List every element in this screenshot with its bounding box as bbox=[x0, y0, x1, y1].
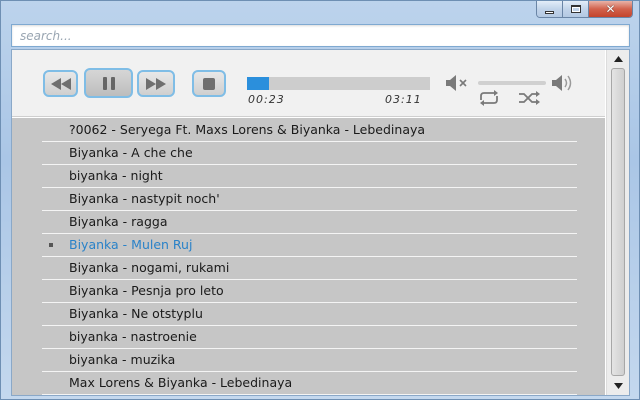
repeat-icon[interactable] bbox=[477, 90, 501, 106]
minimize-icon bbox=[545, 10, 554, 14]
minimize-button[interactable] bbox=[537, 1, 563, 17]
pause-icon bbox=[102, 76, 115, 90]
playlist-item[interactable]: Biyanka - nogami, rukami bbox=[42, 257, 577, 280]
stop-icon bbox=[203, 77, 215, 90]
time-total: 03:11 bbox=[385, 93, 422, 106]
maximize-button[interactable] bbox=[563, 1, 589, 17]
playlist-item[interactable]: Biyanka - nastypit noch' bbox=[42, 188, 577, 211]
volume-slider[interactable] bbox=[478, 81, 546, 85]
stop-button[interactable] bbox=[192, 70, 226, 97]
title-bar: ✕ bbox=[1, 1, 639, 21]
playlist-item[interactable]: Biyanka - Pesnja pro leto bbox=[42, 280, 577, 303]
fast-forward-icon bbox=[146, 77, 166, 90]
playlist: ?0062 - Seryega Ft. Maxs Lorens & Biyank… bbox=[12, 118, 605, 395]
next-button[interactable] bbox=[137, 70, 175, 97]
progress-fill bbox=[247, 77, 269, 90]
playlist-item-active[interactable]: Biyanka - Mulen Ruj bbox=[42, 234, 577, 257]
mute-icon[interactable] bbox=[445, 74, 469, 92]
playlist-item[interactable]: Biyanka - A che che bbox=[42, 142, 577, 165]
previous-button[interactable] bbox=[43, 70, 78, 97]
player-panel: 00:23 03:11 ?0062 - Seryega Ft. Maxs Lor… bbox=[11, 49, 630, 396]
playlist-item[interactable]: biyanka - muzika bbox=[42, 349, 577, 372]
shuffle-icon[interactable] bbox=[518, 91, 542, 105]
rewind-icon bbox=[50, 77, 71, 90]
playlist-item[interactable]: Biyanka - ragga bbox=[42, 211, 577, 234]
maximize-icon bbox=[570, 5, 581, 13]
playlist-item[interactable]: ?0062 - Seryega Ft. Maxs Lorens & Biyank… bbox=[42, 119, 577, 142]
playlist-scrollbar[interactable] bbox=[606, 50, 629, 395]
close-button[interactable]: ✕ bbox=[589, 1, 632, 17]
search-box bbox=[11, 24, 630, 47]
playlist-item[interactable]: biyanka - nastroenie bbox=[42, 326, 577, 349]
search-input[interactable] bbox=[12, 25, 629, 47]
progress-bar[interactable] bbox=[247, 77, 430, 90]
scroll-up-icon bbox=[613, 56, 623, 62]
app-window: ✕ search... 00:23 03:11 ?0062 - Seryega … bbox=[0, 0, 640, 400]
scroll-thumb[interactable] bbox=[611, 68, 625, 376]
player-controls: 00:23 03:11 bbox=[12, 50, 605, 117]
playlist-item[interactable]: Max Lorens & Biyanka - Lebedinaya bbox=[42, 372, 577, 395]
scroll-up-button[interactable] bbox=[612, 53, 624, 65]
scroll-down-button[interactable] bbox=[612, 380, 624, 392]
playlist-item[interactable]: Biyanka - Ne otstyplu bbox=[42, 303, 577, 326]
volume-icon[interactable] bbox=[551, 73, 579, 93]
time-elapsed: 00:23 bbox=[248, 93, 285, 106]
scroll-down-icon bbox=[613, 383, 623, 389]
close-icon: ✕ bbox=[605, 2, 616, 16]
playlist-item[interactable]: biyanka - night bbox=[42, 165, 577, 188]
window-controls: ✕ bbox=[536, 1, 633, 18]
pause-button[interactable] bbox=[84, 68, 133, 98]
now-playing-marker bbox=[49, 243, 53, 247]
